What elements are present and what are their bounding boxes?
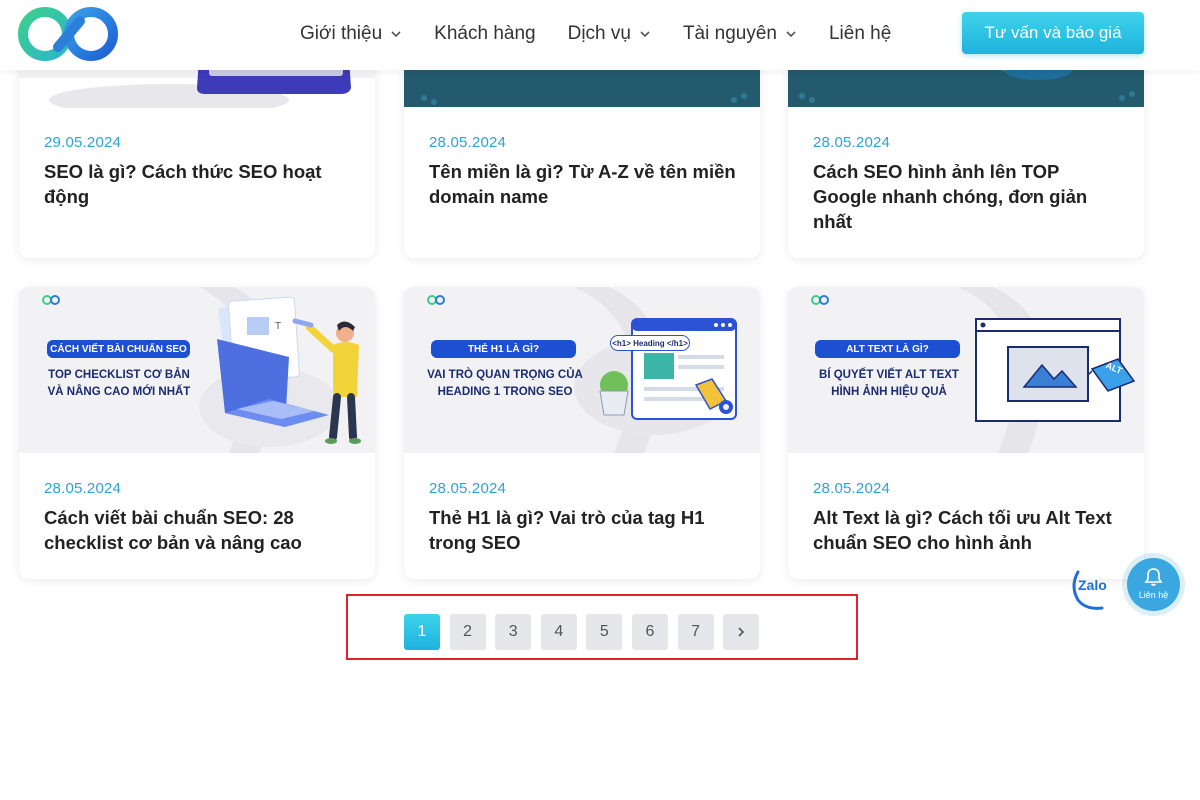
- post-thumbnail[interactable]: T CÁCH VIẾT BÀI CHUẨN SEO TOP CHECKLIST …: [19, 287, 375, 453]
- zalo-chat-button[interactable]: Zalo: [1068, 566, 1118, 610]
- thumbnail-pill: ALT TEXT LÀ GÌ?: [815, 340, 960, 358]
- chevron-down-icon: [640, 31, 650, 38]
- chevron-down-icon: [786, 31, 796, 38]
- h1-tag-label: <h1> Heading </h1>: [610, 335, 690, 351]
- svg-text:T: T: [275, 321, 281, 332]
- thumbnail-line: TOP CHECKLIST CƠ BẢN: [48, 369, 190, 381]
- post-card[interactable]: <h1> Heading </h1> THẺ H1 LÀ GÌ? VAI TRÒ…: [404, 287, 760, 579]
- post-title[interactable]: Cách viết bài chuẩn SEO: 28 checklist cơ…: [44, 505, 354, 555]
- thumbnail-text: TOP CHECKLIST CƠ BẢN VÀ NÂNG CAO MỚI NHẤ…: [37, 367, 201, 401]
- nav-label: Khách hàng: [434, 23, 536, 44]
- next-page-button[interactable]: [723, 614, 760, 650]
- nav-item-gioi-thieu[interactable]: Giới thiệu: [300, 23, 402, 45]
- post-date: 28.05.2024: [44, 480, 122, 497]
- page-button-5[interactable]: 5: [586, 614, 623, 650]
- post-title[interactable]: SEO là gì? Cách thức SEO hoạt động: [44, 159, 354, 209]
- pagination: 1 2 3 4 5 6 7: [404, 614, 769, 650]
- page-button-2[interactable]: 2: [449, 614, 486, 650]
- nav-label: Giới thiệu: [300, 23, 383, 44]
- post-title[interactable]: Thẻ H1 là gì? Vai trò của tag H1 trong S…: [429, 505, 739, 555]
- chevron-right-icon: [738, 627, 745, 637]
- post-card[interactable]: 29.05.2024 SEO là gì? Cách thức SEO hoạt…: [19, 40, 375, 258]
- thumbnail-line: HEADING 1 TRONG SEO: [437, 386, 573, 398]
- thumbnail-text: BÍ QUYẾT VIẾT ALT TEXT HÌNH ẢNH HIỆU QUẢ: [804, 367, 974, 401]
- consult-quote-button[interactable]: Tư vấn và báo giá: [962, 12, 1144, 54]
- post-date: 28.05.2024: [813, 480, 891, 497]
- page-button-4[interactable]: 4: [540, 614, 577, 650]
- logo-icon: [18, 7, 118, 61]
- post-card[interactable]: 28.05.2024 Tên miền là gì? Từ A-Z về tên…: [404, 40, 760, 258]
- post-date: 28.05.2024: [429, 134, 507, 151]
- post-date: 28.05.2024: [813, 134, 891, 151]
- thumbnail-line: VAI TRÒ QUAN TRỌNG CỦA: [427, 369, 583, 381]
- bell-icon: [1144, 568, 1163, 586]
- page-button-7[interactable]: 7: [677, 614, 714, 650]
- page-button-6[interactable]: 6: [631, 614, 668, 650]
- post-title[interactable]: Tên miền là gì? Từ A-Z về tên miền domai…: [429, 159, 739, 209]
- nav-label: Tài nguyên: [682, 23, 777, 44]
- thumbnail-pill: CÁCH VIẾT BÀI CHUẨN SEO: [47, 340, 190, 358]
- thumbnail-line: HÌNH ẢNH HIỆU QUẢ: [831, 386, 947, 398]
- page-button-1[interactable]: 1: [404, 614, 440, 650]
- nav-item-khach-hang[interactable]: Khách hàng: [434, 23, 535, 45]
- thumbnail-pill: THẺ H1 LÀ GÌ?: [431, 340, 576, 358]
- main-nav: Giới thiệu Khách hàng Dịch vụ Tài nguyên…: [300, 0, 923, 68]
- post-date: 29.05.2024: [44, 134, 122, 151]
- page-button-3[interactable]: 3: [495, 614, 532, 650]
- thumbnail-line: BÍ QUYẾT VIẾT ALT TEXT: [819, 369, 959, 381]
- nav-item-tai-nguyen[interactable]: Tài nguyên: [683, 23, 797, 45]
- post-title[interactable]: Alt Text là gì? Cách tối ưu Alt Text chu…: [813, 505, 1123, 555]
- site-logo[interactable]: [18, 7, 120, 61]
- nav-label: Liên hệ: [828, 23, 892, 44]
- contact-fab-label: Liên hệ: [1138, 590, 1169, 600]
- post-card[interactable]: T CÁCH VIẾT BÀI CHUẨN SEO TOP CHECKLIST …: [19, 287, 375, 579]
- post-card[interactable]: 28.05.2024 Cách SEO hình ảnh lên TOP Goo…: [788, 40, 1144, 258]
- nav-item-lien-he[interactable]: Liên hệ: [829, 23, 891, 45]
- chevron-down-icon: [391, 31, 401, 38]
- thumbnail-line: VÀ NÂNG CAO MỚI NHẤT: [47, 386, 191, 398]
- nav-item-dich-vu[interactable]: Dịch vụ: [568, 23, 651, 45]
- nav-label: Dịch vụ: [567, 23, 631, 44]
- thumbnail-text: VAI TRÒ QUAN TRỌNG CỦA HEADING 1 TRONG S…: [420, 367, 590, 401]
- post-thumbnail[interactable]: <h1> Heading </h1> THẺ H1 LÀ GÌ? VAI TRÒ…: [404, 287, 760, 453]
- post-date: 28.05.2024: [429, 480, 507, 497]
- post-card[interactable]: ALT ALT TEXT LÀ GÌ? BÍ QUYẾT VIẾT ALT TE…: [788, 287, 1144, 579]
- zalo-label: Zalo: [1078, 577, 1107, 593]
- contact-fab-button[interactable]: Liên hệ: [1127, 558, 1180, 611]
- post-title[interactable]: Cách SEO hình ảnh lên TOP Google nhanh c…: [813, 159, 1123, 234]
- post-thumbnail[interactable]: ALT ALT TEXT LÀ GÌ? BÍ QUYẾT VIẾT ALT TE…: [788, 287, 1144, 453]
- site-header: Giới thiệu Khách hàng Dịch vụ Tài nguyên…: [0, 0, 1200, 70]
